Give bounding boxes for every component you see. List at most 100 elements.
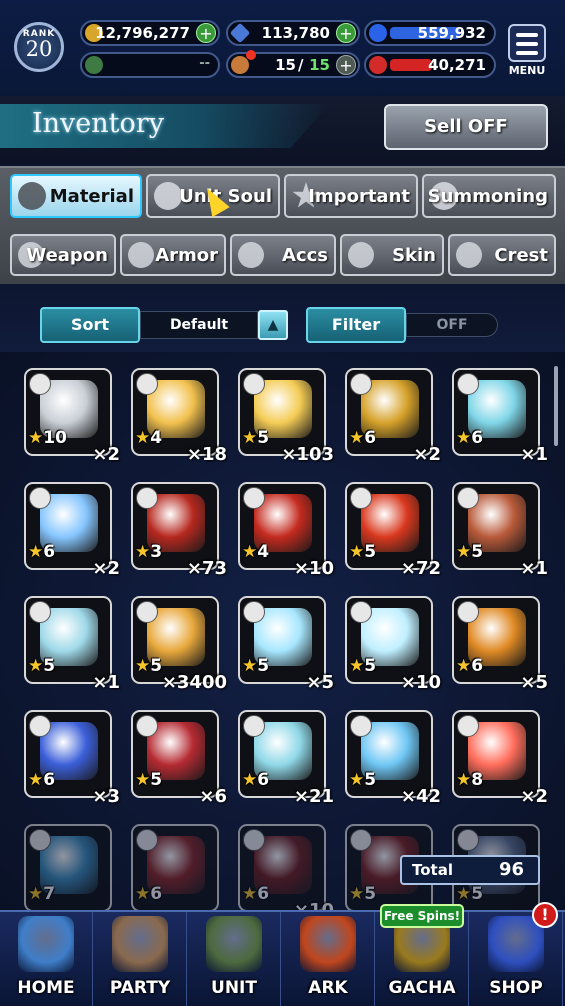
inventory-item[interactable]: ★6 ×21: [238, 710, 334, 807]
hamburger-icon: [508, 24, 546, 62]
filter-state[interactable]: OFF: [406, 313, 498, 337]
item-type-icon: [457, 601, 479, 623]
star-icon: ★: [242, 884, 258, 904]
rarity-value: 6: [150, 884, 163, 904]
item-type-icon: [350, 829, 372, 851]
inventory-item[interactable]: ★5 ×1: [24, 596, 120, 693]
inventory-item[interactable]: ★5 ×72: [345, 482, 441, 579]
item-type-icon: [136, 829, 158, 851]
item-quantity: ×73: [186, 558, 227, 579]
star-icon: ★: [242, 656, 258, 676]
rarity-value: 5: [471, 884, 484, 904]
item-quantity: ×42: [400, 786, 441, 807]
friend-points-counter: 15 / 15 +: [226, 50, 360, 78]
tab-skin[interactable]: Skin: [340, 234, 444, 276]
item-quantity: ×21: [293, 786, 334, 807]
item-quantity: ×18: [186, 444, 227, 465]
item-rarity: ★5: [242, 428, 269, 448]
item-type-icon: [136, 715, 158, 737]
nav-home-button[interactable]: HOME: [0, 912, 93, 1006]
inventory-item[interactable]: ★7: [24, 824, 112, 912]
home-icon: [18, 916, 74, 972]
item-type-icon: [29, 601, 51, 623]
red-resource-value: 40,271: [428, 56, 486, 74]
inventory-item[interactable]: ★6 ×2: [345, 368, 441, 465]
armor-icon: [128, 242, 154, 268]
inventory-item[interactable]: ★6 ×10: [238, 824, 334, 912]
filter-button[interactable]: Filter: [306, 307, 406, 343]
inventory-item[interactable]: ★6: [131, 824, 219, 912]
sell-toggle-button[interactable]: Sell OFF: [384, 104, 548, 150]
item-rarity: ★5: [135, 770, 162, 790]
bag-icon: [18, 182, 46, 210]
add-lapis-button[interactable]: +: [336, 23, 356, 43]
rarity-value: 6: [257, 770, 270, 790]
rank-badge[interactable]: RANK 20: [14, 22, 64, 72]
rarity-value: 6: [43, 770, 56, 790]
item-type-icon: [350, 601, 372, 623]
item-quantity: ×10: [400, 672, 441, 693]
item-rarity: ★3: [135, 542, 162, 562]
tab-label: Important: [308, 186, 410, 207]
item-type-icon: [136, 487, 158, 509]
item-rarity: ★5: [349, 542, 376, 562]
sort-button[interactable]: Sort: [40, 307, 140, 343]
item-quantity: ×2: [413, 444, 441, 465]
nav-ark-button[interactable]: ARK: [282, 912, 375, 1006]
star-icon: ★: [456, 428, 472, 448]
add-gil-button[interactable]: +: [196, 23, 216, 43]
nav-party-button[interactable]: PARTY: [94, 912, 187, 1006]
inventory-item[interactable]: ★5 ×5: [238, 596, 334, 693]
star-icon: ★: [135, 542, 151, 562]
star-icon: ★: [349, 428, 365, 448]
inventory-item[interactable]: ★5 ×103: [238, 368, 334, 465]
item-rarity: ★8: [456, 770, 483, 790]
sort-direction-button[interactable]: ▲: [258, 310, 288, 340]
inventory-item[interactable]: ★5 ×1: [452, 482, 548, 579]
tab-label: Accs: [282, 245, 328, 266]
inventory-item[interactable]: ★5 ×6: [131, 710, 227, 807]
inventory-item[interactable]: ★5 ×42: [345, 710, 441, 807]
tab-weapon[interactable]: Weapon: [10, 234, 116, 276]
scrollbar[interactable]: [554, 366, 558, 446]
item-type-icon: [457, 829, 479, 851]
item-type-icon: [29, 487, 51, 509]
tab-accs[interactable]: Accs: [230, 234, 336, 276]
inventory-item[interactable]: ★6 ×3: [24, 710, 120, 807]
inventory-item[interactable]: ★5 ×10: [345, 596, 441, 693]
inventory-item[interactable]: ★6 ×5: [452, 596, 548, 693]
add-friend-points-button[interactable]: +: [336, 55, 356, 75]
tab-material[interactable]: Material: [10, 174, 142, 218]
inventory-item[interactable]: ★6 ×1: [452, 368, 548, 465]
tab-armor[interactable]: Armor: [120, 234, 226, 276]
tab-important[interactable]: Important: [284, 174, 418, 218]
item-quantity: ×2: [92, 558, 120, 579]
page-title: Inventory: [0, 104, 330, 148]
inventory-item[interactable]: ★4 ×10: [238, 482, 334, 579]
tab-summoning[interactable]: Summoning: [422, 174, 556, 218]
item-quantity: ×5: [306, 672, 334, 693]
inventory-item[interactable]: ★3 ×73: [131, 482, 227, 579]
rarity-value: 3: [150, 542, 163, 562]
inventory-item[interactable]: ★6 ×2: [24, 482, 120, 579]
tab-crest[interactable]: Crest: [448, 234, 556, 276]
item-quantity: ×1: [520, 444, 548, 465]
rarity-value: 10: [43, 428, 67, 448]
star-icon: ★: [28, 428, 44, 448]
nav-unit-button[interactable]: UNIT: [188, 912, 281, 1006]
inventory-item[interactable]: ★4 ×18: [131, 368, 227, 465]
food-icon: [231, 56, 249, 74]
inventory-item[interactable]: ★8 ×2: [452, 710, 548, 807]
sort-value[interactable]: Default: [140, 311, 258, 339]
item-rarity: ★5: [242, 656, 269, 676]
inventory-item[interactable]: ★5 ×3400: [131, 596, 227, 693]
star-icon: ★: [28, 656, 44, 676]
star-icon: ★: [135, 770, 151, 790]
item-type-icon: [457, 715, 479, 737]
sword-icon: [85, 56, 103, 74]
gil-value: 12,796,277: [95, 24, 190, 42]
menu-button[interactable]: MENU: [506, 24, 548, 77]
inventory-item[interactable]: ★10 ×2: [24, 368, 120, 465]
item-quantity: ×3400: [161, 672, 227, 693]
friend-points-value: 15: [275, 56, 296, 74]
